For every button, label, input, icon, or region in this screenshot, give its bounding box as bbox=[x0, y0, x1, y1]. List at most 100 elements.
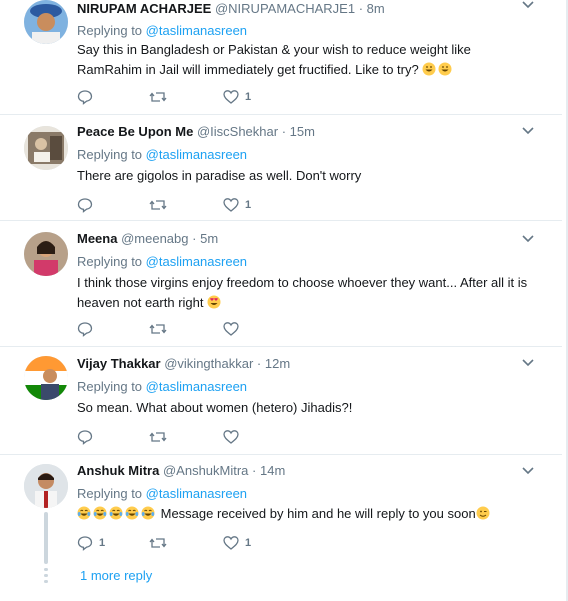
author-name[interactable]: Peace Be Upon Me bbox=[77, 124, 193, 139]
tweet-text: So mean. What about women (hetero) Jihad… bbox=[77, 400, 353, 415]
author-handle[interactable]: @IiscShekhar bbox=[197, 124, 278, 139]
retweet-icon bbox=[149, 324, 167, 334]
tweet-text: I think those virgins enjoy freedom to c… bbox=[77, 273, 537, 313]
separator-dot: · bbox=[192, 231, 197, 246]
timestamp[interactable]: 12m bbox=[265, 356, 290, 371]
replying-to: Replying to @taslimanasreen bbox=[77, 146, 247, 164]
tweet-text-content: Say this in Bangladesh or Pakistan & you… bbox=[77, 42, 471, 77]
retweet-icon bbox=[149, 92, 167, 102]
like-count: 1 bbox=[245, 199, 252, 211]
replying-to: Replying to @taslimanasreen bbox=[77, 22, 247, 40]
separator-dot: · bbox=[281, 124, 287, 139]
reply-icon bbox=[77, 322, 93, 337]
author-name[interactable]: NIRUPAM ACHARJEE bbox=[77, 1, 211, 16]
reply-button[interactable] bbox=[77, 88, 99, 106]
replying-to: Replying to @taslimanasreen bbox=[77, 485, 247, 503]
retweet-button[interactable] bbox=[149, 534, 173, 552]
tweet[interactable]: NIRUPAM ACHARJEE @NIRUPAMACHARJE1 · 8m R… bbox=[0, 0, 562, 115]
like-count: 1 bbox=[245, 91, 252, 103]
avatar[interactable] bbox=[24, 126, 68, 170]
tears-of-joy-emoji-icon bbox=[77, 506, 91, 520]
like-button[interactable]: 1 bbox=[223, 88, 251, 106]
chevron-down-icon[interactable] bbox=[522, 466, 534, 476]
tweet[interactable]: Vijay Thakkar @vikingthakkar · 12m Reply… bbox=[0, 346, 562, 455]
author-name[interactable]: Vijay Thakkar bbox=[77, 356, 161, 371]
reply-icon bbox=[77, 536, 93, 551]
author-handle[interactable]: @vikingthakkar bbox=[164, 356, 253, 371]
reply-button[interactable] bbox=[77, 428, 99, 446]
chevron-down-icon[interactable] bbox=[522, 234, 534, 244]
replying-to-handle[interactable]: @taslimanasreen bbox=[146, 486, 247, 501]
replying-to-label: Replying to bbox=[77, 23, 143, 38]
chevron-down-icon[interactable] bbox=[522, 0, 534, 10]
reply-button[interactable] bbox=[77, 320, 99, 338]
replying-to-handle[interactable]: @taslimanasreen bbox=[146, 379, 247, 394]
thread-connector-line bbox=[44, 512, 48, 564]
retweet-button[interactable] bbox=[149, 88, 173, 106]
like-count: 1 bbox=[245, 537, 252, 549]
avatar[interactable] bbox=[24, 356, 68, 400]
separator-dot: · bbox=[256, 356, 262, 371]
like-button[interactable] bbox=[223, 428, 245, 446]
grinning-emoji-icon bbox=[422, 62, 436, 76]
timestamp[interactable]: 14m bbox=[260, 463, 285, 478]
thread-connector-dots bbox=[44, 568, 48, 586]
replying-to-label: Replying to bbox=[77, 254, 143, 269]
reply-icon bbox=[77, 198, 93, 213]
like-button[interactable]: 1 bbox=[223, 534, 251, 552]
tweet[interactable]: Peace Be Upon Me @IiscShekhar · 15m Repl… bbox=[0, 114, 562, 221]
grinning-emoji-icon bbox=[438, 62, 452, 76]
reply-button[interactable] bbox=[77, 196, 99, 214]
tweet-text: Message received by him and he will repl… bbox=[77, 504, 537, 524]
heart-icon bbox=[223, 322, 239, 336]
tweet[interactable]: Meena @meenabg · 5m Replying to @taslima… bbox=[0, 220, 562, 347]
reply-button[interactable]: 1 bbox=[77, 534, 105, 552]
avatar[interactable] bbox=[24, 464, 68, 508]
retweet-icon bbox=[149, 200, 167, 210]
heart-eyes-emoji-icon bbox=[207, 295, 221, 309]
heart-icon bbox=[223, 90, 239, 104]
heart-icon bbox=[223, 198, 239, 212]
replying-to-handle[interactable]: @taslimanasreen bbox=[146, 147, 247, 162]
replying-to: Replying to @taslimanasreen bbox=[77, 253, 247, 271]
separator-dot: · bbox=[358, 1, 364, 16]
reply-icon bbox=[77, 430, 93, 445]
avatar[interactable] bbox=[24, 0, 68, 44]
author-name[interactable]: Meena bbox=[77, 231, 117, 246]
retweet-icon bbox=[149, 432, 167, 442]
tears-of-joy-emoji-icon bbox=[141, 506, 155, 520]
tears-of-joy-emoji-icon bbox=[109, 506, 123, 520]
replying-to-label: Replying to bbox=[77, 147, 143, 162]
tears-of-joy-emoji-icon bbox=[93, 506, 107, 520]
tweet-text-content: Message received by him and he will repl… bbox=[160, 506, 476, 521]
tweet-text-content: I think those virgins enjoy freedom to c… bbox=[77, 275, 528, 310]
replying-to-handle[interactable]: @taslimanasreen bbox=[146, 254, 247, 269]
tweet-text: There are gigolos in paradise as well. D… bbox=[77, 168, 362, 183]
timestamp[interactable]: 8m bbox=[367, 1, 385, 16]
retweet-button[interactable] bbox=[149, 196, 173, 214]
retweet-button[interactable] bbox=[149, 428, 173, 446]
chevron-down-icon[interactable] bbox=[522, 358, 534, 368]
separator-dot: · bbox=[252, 463, 257, 478]
timestamp[interactable]: 15m bbox=[290, 124, 315, 139]
author-handle[interactable]: @NIRUPAMACHARJE1 bbox=[215, 1, 355, 16]
reply-icon bbox=[77, 90, 93, 105]
more-replies-link[interactable]: 1 more reply bbox=[80, 568, 152, 583]
author-handle[interactable]: @meenabg bbox=[121, 231, 188, 246]
avatar[interactable] bbox=[24, 232, 68, 276]
like-button[interactable] bbox=[223, 320, 245, 338]
author-name[interactable]: Anshuk Mitra bbox=[77, 463, 159, 478]
timestamp[interactable]: 5m bbox=[200, 231, 218, 246]
retweet-icon bbox=[149, 538, 167, 548]
reply-count: 1 bbox=[99, 537, 106, 549]
heart-icon bbox=[223, 536, 239, 550]
like-button[interactable]: 1 bbox=[223, 196, 251, 214]
chevron-down-icon[interactable] bbox=[522, 126, 534, 136]
retweet-button[interactable] bbox=[149, 320, 173, 338]
tears-of-joy-emoji-icon bbox=[125, 506, 139, 520]
replying-to-handle[interactable]: @taslimanasreen bbox=[146, 23, 247, 38]
tweet-text: Say this in Bangladesh or Pakistan & you… bbox=[77, 40, 537, 80]
author-handle[interactable]: @AnshukMitra bbox=[163, 463, 248, 478]
replying-to-label: Replying to bbox=[77, 486, 143, 501]
winking-emoji-icon bbox=[476, 506, 490, 520]
